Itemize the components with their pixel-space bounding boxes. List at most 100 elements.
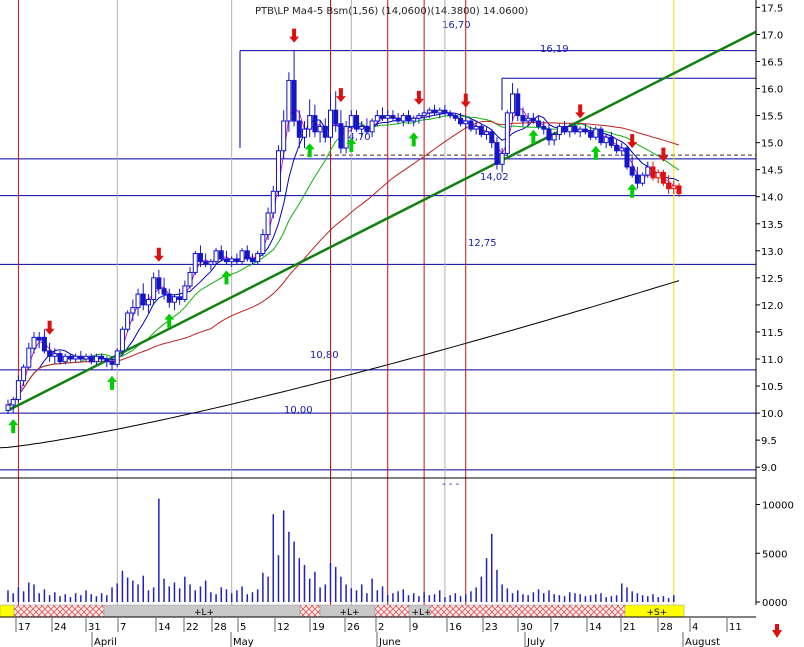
candle-body — [489, 131, 495, 144]
buy-arrow — [304, 143, 315, 158]
month-label: April — [94, 637, 117, 647]
candle-body — [177, 296, 183, 300]
candle-body — [99, 355, 105, 360]
candle-body — [140, 293, 146, 306]
candle-body — [312, 115, 318, 133]
candle-body — [239, 250, 245, 263]
candle-body — [666, 182, 672, 190]
level-label: 10,00 — [284, 405, 313, 416]
candle-body — [484, 131, 490, 136]
candle-body — [660, 171, 666, 184]
candle-body — [281, 120, 287, 152]
price-tick-label: 9.5 — [761, 436, 777, 447]
candle-body — [608, 136, 614, 146]
band-hatched — [299, 604, 321, 618]
candle-body — [624, 147, 630, 168]
candle-body — [494, 142, 500, 165]
date-tick-label: 7 — [553, 622, 559, 633]
candle-body — [458, 117, 464, 125]
candle-body — [317, 125, 323, 133]
candle-body — [244, 250, 250, 260]
candle-body — [83, 355, 89, 360]
candle-body — [36, 336, 42, 341]
candle-body — [218, 250, 224, 260]
date-tick-label: 7 — [120, 622, 126, 633]
stock-chart: 16,70 16,19 14,70 14,02 12,75 10,80 10,00 17.5… — [0, 0, 804, 647]
date-tick-label: 16 — [449, 622, 462, 633]
date-tick-label: 24 — [54, 622, 67, 633]
candle-body — [447, 112, 453, 117]
candle-body — [275, 150, 281, 192]
price-tick-label: 12.0 — [761, 301, 783, 312]
candle-body — [187, 271, 193, 287]
date-tick-label: 14 — [589, 622, 602, 633]
candle-body — [67, 355, 73, 360]
price-tick-label: 10.5 — [761, 382, 783, 393]
candle-body — [614, 144, 620, 152]
candle-body — [572, 125, 578, 133]
candle-body — [468, 120, 474, 130]
candle-body — [182, 285, 188, 300]
scroll-down-icon — [772, 630, 782, 638]
scroll-down-icon-stem — [775, 624, 779, 630]
candle-body — [213, 250, 219, 263]
volume-tick-label: 0000 — [762, 598, 787, 609]
candle-body — [151, 277, 157, 301]
price-tick-label: 14.0 — [761, 193, 783, 204]
candle-body — [114, 350, 120, 365]
candle-body — [223, 258, 229, 263]
candle-body — [567, 125, 573, 133]
price-tick-label: 10.0 — [761, 409, 783, 420]
date-tick-label: 31 — [88, 622, 101, 633]
buy-arrow — [164, 313, 175, 328]
candle-body — [515, 93, 521, 117]
candle-body — [520, 115, 526, 122]
date-tick-label: 2 — [378, 622, 384, 633]
sell-arrow — [460, 93, 471, 108]
candle-body — [452, 115, 458, 119]
price-tick-label: 9.0 — [761, 463, 777, 474]
candle-body — [380, 115, 386, 119]
level-label: 12,75 — [468, 238, 497, 249]
ma-long-line — [0, 280, 680, 449]
candle-body — [536, 120, 542, 127]
price-tick-label: 15.5 — [761, 112, 783, 123]
candle-body — [463, 120, 469, 125]
candle-body — [650, 166, 656, 179]
candle-body — [249, 258, 255, 263]
candle-body — [327, 109, 333, 138]
candle-body — [52, 353, 58, 357]
candle-body — [510, 93, 516, 114]
candle-body — [41, 336, 47, 352]
sell-arrow — [335, 88, 346, 103]
candle-body — [47, 350, 53, 357]
buy-arrow — [8, 419, 19, 434]
candle-body — [286, 79, 292, 122]
candle-body — [369, 120, 375, 133]
candle-body — [577, 128, 583, 133]
candle-body — [546, 128, 552, 141]
band-hatched — [429, 604, 626, 618]
candle-body — [93, 355, 99, 363]
price-tick-label: 16.0 — [761, 85, 783, 96]
candle-body — [26, 347, 32, 368]
candle-body — [130, 307, 136, 314]
price-tick-label: 16.5 — [761, 58, 783, 69]
candle-body — [562, 125, 568, 133]
date-tick-label: 30 — [520, 622, 533, 633]
date-tick-label: 14 — [158, 622, 171, 633]
price-tick-label: 13.0 — [761, 247, 783, 258]
candle-body — [598, 128, 604, 144]
candle-body — [416, 115, 422, 119]
candle-body — [109, 361, 115, 365]
candle-body — [322, 125, 328, 138]
candle-body — [406, 115, 412, 122]
candle-body — [504, 112, 510, 154]
candle-body — [442, 109, 448, 114]
price-tick-label: 11.5 — [761, 328, 783, 339]
candle-body — [556, 125, 562, 136]
candle-body — [437, 109, 443, 114]
candle-body — [88, 355, 94, 363]
candle-body — [619, 147, 625, 152]
candle-body — [291, 79, 297, 122]
